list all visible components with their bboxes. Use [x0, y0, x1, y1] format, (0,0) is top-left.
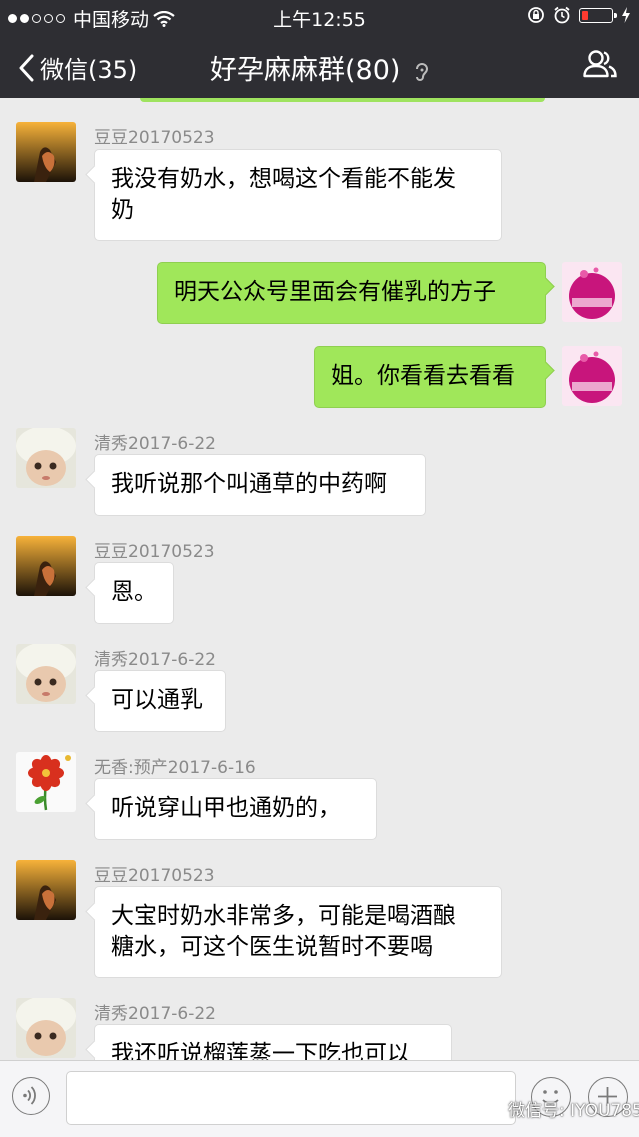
incoming-message-bubble[interactable]: 我听说那个叫通草的中药啊 — [94, 454, 426, 516]
sender-name: 清秀2017-6-22 — [94, 650, 216, 670]
outgoing-message-bubble[interactable]: 明天公众号里面会有催乳的方子 — [157, 262, 546, 324]
status-bar: 中国移动 上午12:55 — [0, 0, 639, 32]
charging-icon — [622, 7, 630, 23]
sender-name: 豆豆20170523 — [94, 542, 215, 562]
baby-avatar[interactable] — [16, 644, 76, 704]
status-icons — [527, 6, 631, 24]
nav-bar: 微信(35) 好孕麻麻群(80) — [0, 32, 639, 98]
previous-message-edge — [140, 98, 545, 102]
chat-title: 好孕麻麻群(80) — [0, 48, 639, 87]
pink-logo-avatar[interactable] — [562, 346, 622, 406]
incoming-message-bubble[interactable]: 可以通乳 — [94, 670, 226, 732]
hands-avatar[interactable] — [16, 122, 76, 182]
alarm-icon — [554, 6, 570, 24]
watermark-text: 微信号: IYOU785 — [508, 1101, 639, 1121]
incoming-message-bubble[interactable]: 听说穿山甲也通奶的， — [94, 778, 377, 840]
rotation-lock-icon — [528, 7, 544, 23]
pink-logo-avatar[interactable] — [562, 262, 622, 322]
incoming-message-bubble[interactable]: 我没有奶水，想喝这个看能不能发 奶 — [94, 149, 502, 241]
sender-name: 豆豆20170523 — [94, 128, 215, 148]
incoming-message-bubble[interactable]: 恩。 — [94, 562, 174, 624]
chat-title-text: 好孕麻麻群(80) — [209, 55, 401, 86]
voice-input-button[interactable] — [12, 1077, 50, 1115]
flower-avatar[interactable] — [16, 752, 76, 812]
wechat-logo-icon — [480, 1099, 504, 1118]
hands-avatar[interactable] — [16, 536, 76, 596]
group-members-button[interactable] — [583, 50, 617, 82]
earpiece-mode-icon — [416, 62, 429, 81]
battery-icon — [579, 7, 617, 23]
outgoing-message-bubble[interactable]: 姐。你看看去看看 — [314, 346, 546, 408]
people-icon — [583, 50, 617, 78]
sender-name: 豆豆20170523 — [94, 866, 215, 886]
sender-name: 无香:预产2017-6-16 — [94, 758, 256, 778]
baby-avatar[interactable] — [16, 428, 76, 488]
message-input[interactable] — [66, 1071, 516, 1125]
baby-avatar[interactable] — [16, 998, 76, 1058]
hands-avatar[interactable] — [16, 860, 76, 920]
incoming-message-bubble[interactable]: 大宝时奶水非常多，可能是喝酒酿 糖水，可这个医生说暂时不要喝 — [94, 886, 502, 978]
wechat-watermark: 微信号: IYOU785 — [480, 1096, 639, 1121]
sender-name: 清秀2017-6-22 — [94, 1004, 216, 1024]
sender-name: 清秀2017-6-22 — [94, 434, 216, 454]
voice-icon — [23, 1086, 36, 1105]
